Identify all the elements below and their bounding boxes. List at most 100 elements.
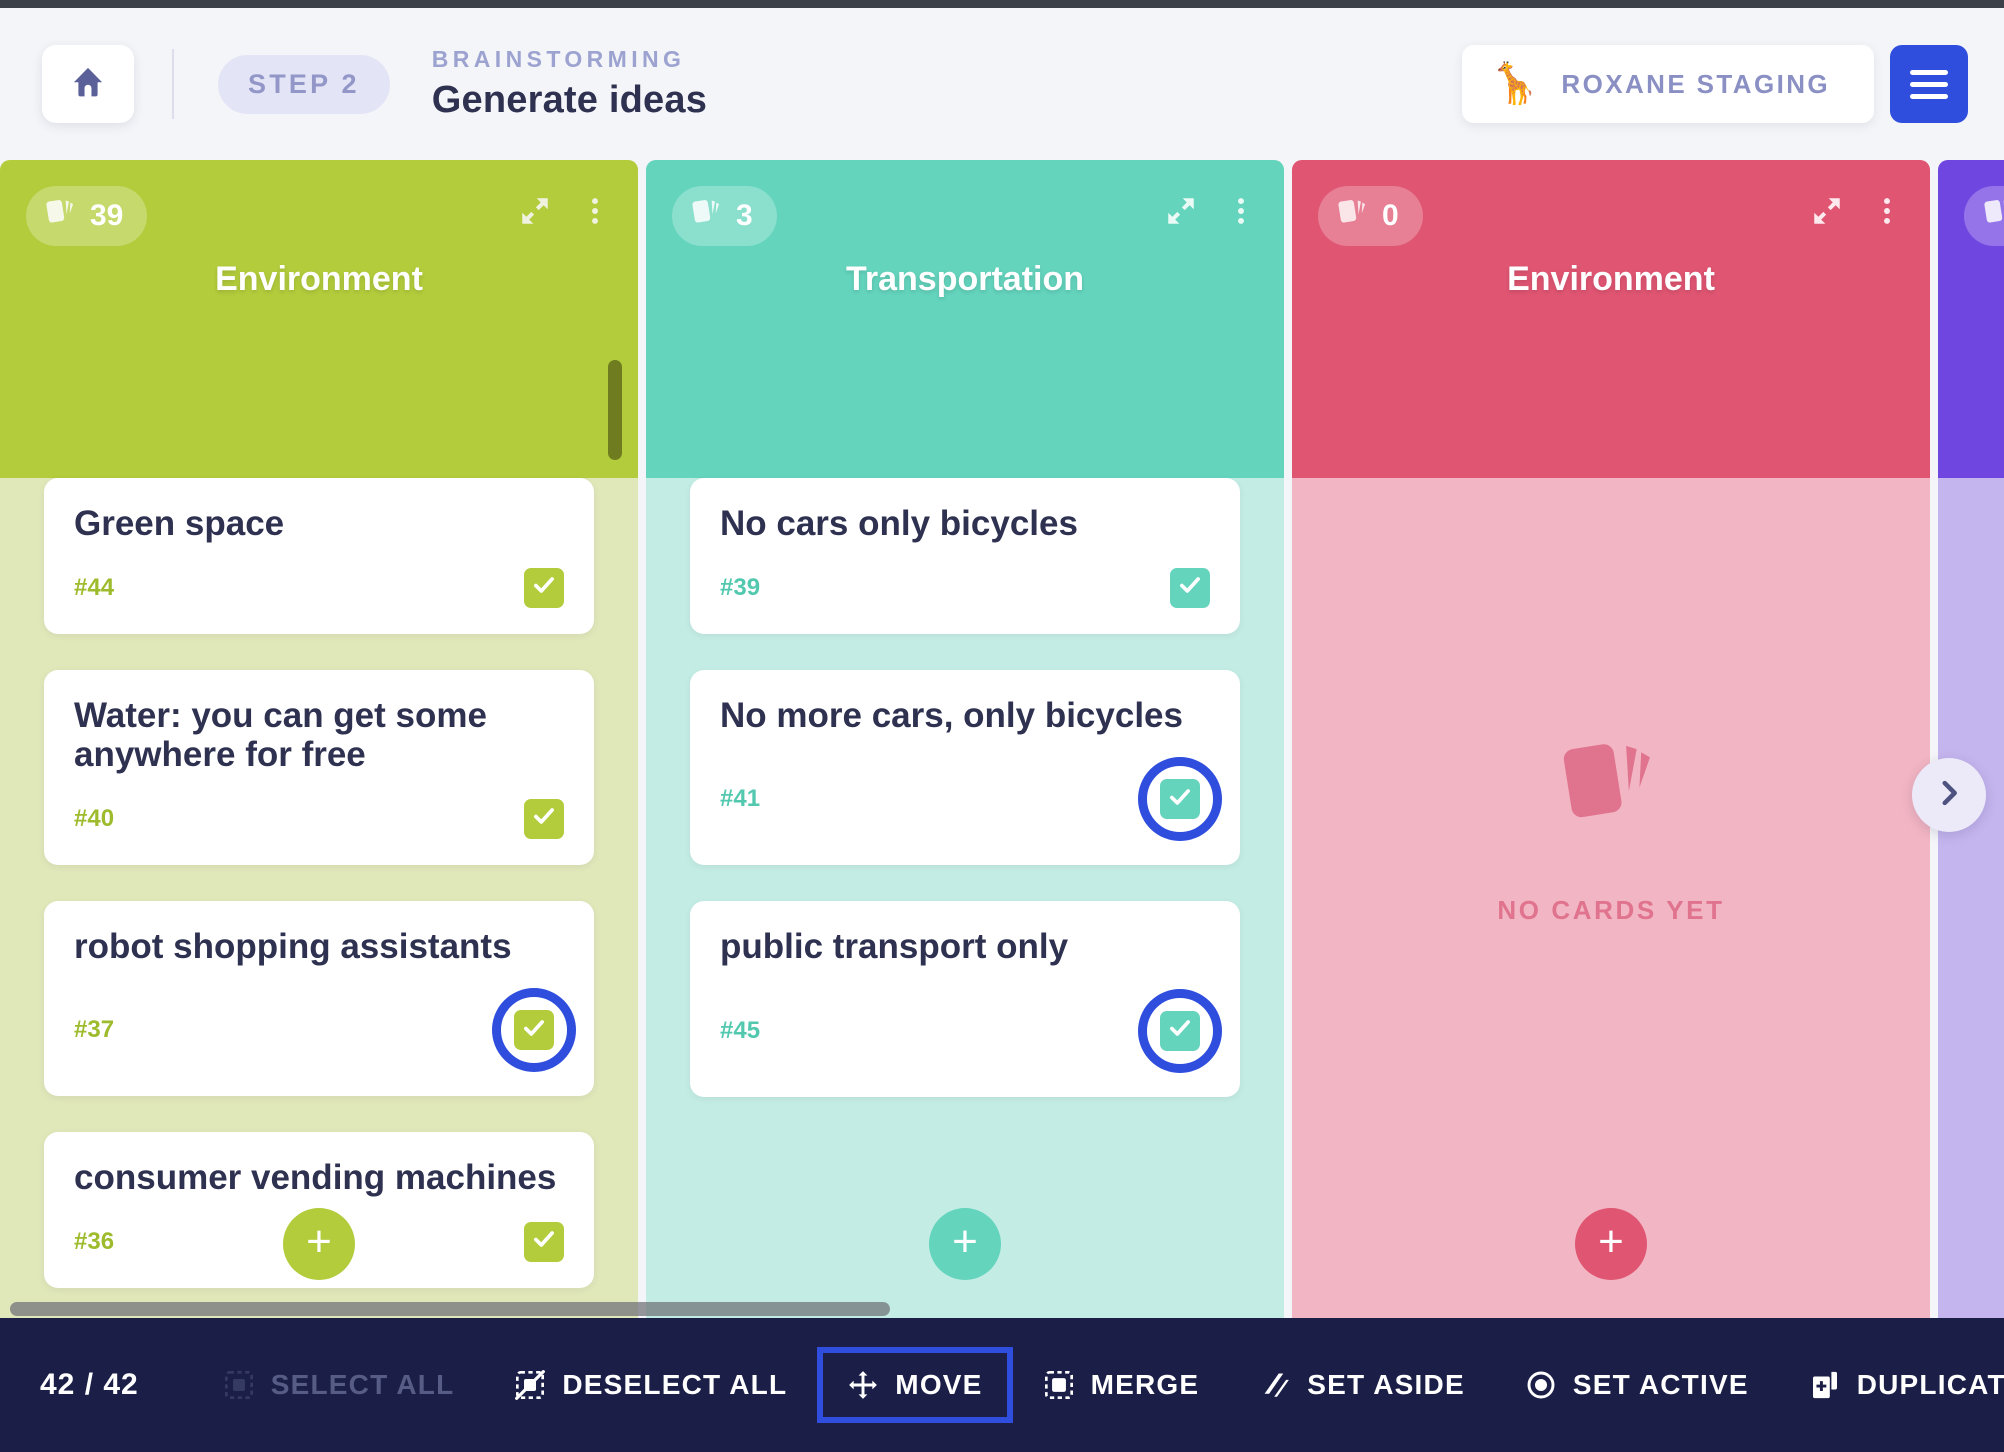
idea-card-checkbox[interactable] (524, 798, 564, 839)
card-count-value: 39 (90, 199, 124, 232)
idea-card[interactable]: No cars only bicycles #39 (690, 478, 1240, 634)
toolbar-button-set-active[interactable]: SET ACTIVE (1499, 1351, 1775, 1419)
idea-card[interactable]: public transport only #45 (690, 901, 1240, 1097)
idea-card-id: #39 (720, 573, 761, 601)
more-vertical-icon[interactable] (1224, 194, 1258, 228)
card-count-badge: 3 (672, 186, 777, 246)
column-actions (1810, 194, 1904, 228)
header-right-cluster: 🦒 ROXANE STAGING (1461, 45, 1968, 123)
chevron-right-icon (1932, 776, 1966, 815)
idea-card-checkbox[interactable] (1170, 567, 1210, 608)
idea-card-checkbox[interactable] (1160, 779, 1200, 820)
window-top-strip (0, 0, 2004, 8)
expand-icon[interactable] (1810, 194, 1844, 228)
selection-counter: 42 / 42 (40, 1368, 139, 1401)
idea-card-id: #37 (74, 1016, 115, 1044)
board-column-transportation[interactable]: 3 Transportation No cars only bicycles #… (646, 160, 1284, 1318)
card-count-badge: 39 (26, 186, 148, 246)
idea-card[interactable]: Green space #44 (44, 478, 594, 634)
page-title: Generate ideas (431, 79, 708, 121)
column-card-list[interactable] (1938, 478, 2004, 1318)
toolbar-button-deselect-all[interactable]: DESELECT ALL (488, 1351, 813, 1419)
idea-card-checkbox-focus-ring[interactable] (1138, 988, 1222, 1073)
card-count-badge: 0 (1318, 186, 1423, 246)
add-card-button[interactable]: + (283, 1208, 355, 1280)
idea-card[interactable]: robot shopping assistants #37 (44, 900, 594, 1097)
idea-card-footer: #40 (74, 797, 564, 841)
set-aside-icon (1259, 1369, 1291, 1401)
checkmark-icon (531, 572, 557, 603)
idea-card[interactable]: Water: you can get some anywhere for fre… (44, 669, 594, 865)
user-name-label: ROXANE STAGING (1561, 68, 1830, 99)
card-count-value: 0 (1382, 199, 1399, 232)
checkmark-icon (531, 803, 557, 834)
column-card-list[interactable]: No cars only bicycles #39 No more cars, on… (646, 478, 1284, 1318)
next-column-button[interactable] (1912, 758, 1986, 832)
idea-card-title: No cars only bicycles (720, 504, 1078, 543)
idea-card-title: public transport only (720, 927, 1069, 967)
toolbar-button-label: DESELECT ALL (562, 1369, 788, 1400)
idea-card-checkbox[interactable] (524, 1221, 564, 1262)
selection-toolbar: 42 / 42 SELECT ALL DESELECT ALL MOVE MERGE S… (0, 1318, 2004, 1452)
set-active-icon (1525, 1369, 1557, 1401)
toolbar-button-label: MOVE (895, 1369, 983, 1400)
board-horizontal-scrollbar[interactable] (0, 1300, 2004, 1318)
column-title: Transportation (845, 260, 1085, 298)
merge-icon (1043, 1369, 1075, 1401)
add-card-button[interactable]: + (929, 1208, 1001, 1280)
cards-stack-icon (690, 195, 724, 237)
card-count-value: 3 (736, 199, 753, 232)
user-chip[interactable]: 🦒 ROXANE STAGING (1461, 45, 1874, 123)
column-card-list[interactable]: Green space #44 Water: you can get some an… (0, 478, 638, 1318)
move-icon (847, 1369, 879, 1401)
column-card-list[interactable]: NO CARDS YET (1292, 478, 1930, 1318)
add-card-button[interactable]: + (1575, 1208, 1647, 1280)
home-button[interactable] (42, 45, 134, 123)
idea-card-id: #45 (720, 1016, 761, 1044)
home-icon (70, 64, 106, 105)
idea-card-checkbox-focus-ring[interactable] (492, 988, 576, 1073)
idea-card-title: No more cars, only bicycles (720, 695, 1183, 735)
toolbar-button-merge[interactable]: MERGE (1017, 1351, 1226, 1419)
empty-state-label: NO CARDS YET (1497, 895, 1725, 925)
board-column-environment-2[interactable]: 0 Environment NO CARDS YET + (1292, 160, 1930, 1318)
column-header: 39 Environment (0, 160, 638, 478)
idea-card-checkbox[interactable] (1160, 1010, 1200, 1051)
checkmark-icon (531, 1226, 557, 1257)
board-canvas[interactable]: 39 Environment Green space #44 Water: yo… (0, 160, 2004, 1318)
hamburger-menu-button[interactable] (1890, 45, 1968, 123)
board-column-environment-1[interactable]: 39 Environment Green space #44 Water: yo… (0, 160, 638, 1318)
toolbar-button-label: SET ASIDE (1307, 1369, 1465, 1400)
idea-card-footer: #41 (720, 757, 1222, 842)
idea-card-id: #40 (74, 804, 115, 832)
app-root: STEP 2 BRAINSTORMING Generate ideas 🦒 RO… (0, 0, 2004, 1452)
more-vertical-icon[interactable] (578, 194, 612, 228)
expand-icon[interactable] (1164, 194, 1198, 228)
idea-card-checkbox[interactable] (524, 567, 564, 608)
column-vertical-scrollbar[interactable] (608, 360, 622, 460)
idea-card-checkbox[interactable] (514, 1010, 554, 1051)
card-count-badge (1964, 186, 2004, 246)
board-column-next[interactable] (1938, 160, 2004, 1318)
idea-card-title: Water: you can get some anywhere for fre… (74, 695, 487, 775)
more-vertical-icon[interactable] (1870, 194, 1904, 228)
toolbar-button-move[interactable]: MOVE (817, 1347, 1013, 1423)
idea-card-footer: #45 (720, 988, 1222, 1073)
board-horizontal-scrollbar-thumb[interactable] (10, 1302, 890, 1316)
checkmark-icon (521, 1015, 547, 1046)
expand-icon[interactable] (518, 194, 552, 228)
idea-card-title: robot shopping assistants (74, 926, 512, 966)
header-divider (172, 49, 174, 119)
idea-card-title: consumer vending machines (74, 1158, 557, 1198)
toolbar-button-duplicate[interactable]: DUPLICATE (1783, 1351, 2004, 1419)
column-title: Environment (215, 260, 423, 298)
page-title-block: BRAINSTORMING Generate ideas (432, 46, 707, 122)
cards-stack-icon (1982, 195, 2004, 237)
idea-card-footer: #44 (74, 566, 564, 610)
toolbar-button-label: SELECT ALL (270, 1369, 455, 1400)
idea-card-checkbox-focus-ring[interactable] (1138, 757, 1222, 842)
cards-stack-icon (1336, 195, 1370, 237)
idea-card[interactable]: No more cars, only bicycles #41 (690, 669, 1240, 866)
toolbar-button-label: DUPLICATE (1856, 1369, 2004, 1400)
toolbar-button-set-aside[interactable]: SET ASIDE (1233, 1351, 1491, 1419)
